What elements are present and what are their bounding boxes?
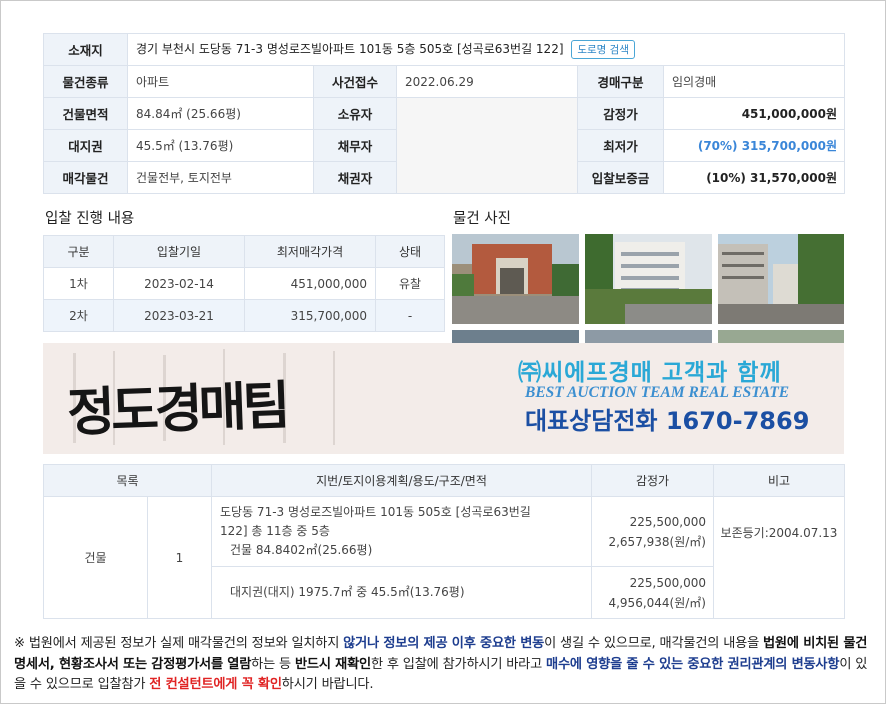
building-appraisal-amount: 225,500,000 [629, 514, 706, 529]
bid-header-round: 구분 [43, 235, 114, 268]
land-address-line1: 도당동 71-3 명성로즈빌아파트 101동 505호 [성곡로63번길 [220, 505, 531, 519]
land-right-amount-cell: 225,500,000 4,956,044(원/㎡) [591, 566, 714, 619]
bid-history-table: 구분 입찰기일 최저매각가격 상태 1차 2023-02-14 451,000,… [43, 235, 445, 332]
deposit-value: (10%) 31,570,000원 [662, 161, 846, 194]
road-name-search-button[interactable]: 도로명 검색 [571, 40, 635, 59]
owner-label: 소유자 [313, 97, 397, 130]
auction-type-value: 임의경매 [662, 65, 846, 98]
land-address-line2: 122] 총 11층 중 5층 [220, 524, 330, 538]
bid-header-price: 최저매각가격 [244, 235, 376, 268]
photo-gallery [452, 234, 844, 344]
case-received-value: 2022.06.29 [396, 65, 578, 98]
land-right-label: 대지권 [43, 129, 128, 162]
banner-phone: 대표상담전화 1670-7869 [525, 407, 810, 435]
sale-item-value: 건물전부, 토지전부 [127, 161, 314, 194]
land-header-list: 목록 [43, 464, 212, 497]
bid-header-date: 입찰기일 [113, 235, 245, 268]
land-unit-price: 4,956,044(원/㎡) [608, 595, 706, 610]
banner-company-slogan: ㈜씨에프경매 고객과 함께 [518, 360, 782, 386]
land-number: 1 [147, 496, 212, 619]
promo-banner[interactable]: 정도경매팀 ㈜씨에프경매 고객과 함께 BEST AUCTION TEAM RE… [43, 343, 844, 454]
bid-round: 1차 [43, 267, 114, 300]
property-photo-4[interactable] [452, 330, 579, 344]
location-cell: 경기 부천시 도당동 71-3 명성로즈빌아파트 101동 5층 505호 [성… [126, 33, 846, 66]
bid-round: 2차 [43, 299, 114, 332]
bid-price: 451,000,000 [244, 267, 376, 300]
property-type-value: 아파트 [127, 65, 314, 98]
land-header-appraisal: 감정가 [591, 464, 714, 497]
min-price-value: (70%) 315,700,000원 [662, 129, 846, 162]
table-row: 2차 2023-03-21 315,700,000 - [43, 299, 445, 332]
min-price-label: 최저가 [577, 129, 664, 162]
case-received-label: 사건접수 [313, 65, 397, 98]
sale-item-label: 매각물건 [43, 161, 128, 194]
property-photo-2[interactable] [585, 234, 712, 324]
building-area-label: 건물면적 [43, 97, 128, 130]
table-row: 건물 1 도당동 71-3 명성로즈빌아파트 101동 505호 [성곡로63번… [43, 496, 845, 619]
notice-text: ※ 법원에서 제공된 정보가 실제 매각물건의 정보와 일치하지 [14, 636, 344, 651]
creditor-label: 채권자 [313, 161, 397, 194]
property-photo-3[interactable] [718, 234, 844, 324]
bid-status: 유찰 [375, 267, 445, 300]
property-photo-title: 물건 사진 [453, 211, 511, 227]
banner-english-tagline: BEST AUCTION TEAM REAL ESTATE [525, 384, 790, 401]
table-row: 1차 2023-02-14 451,000,000 유찰 [43, 267, 445, 300]
notice-text: 하시기 바랍니다. [281, 677, 374, 692]
land-appraisal-amount: 225,500,000 [629, 575, 706, 590]
disclaimer-notice: ※ 법원에서 제공된 정보가 실제 매각물건의 정보와 일치하지 않거나 정보의… [14, 634, 874, 696]
land-address-line3: 건물 84.8402㎡(25.66평) [230, 543, 373, 557]
appraisal-value: 451,000,000원 [662, 97, 846, 130]
notice-warning: 전 컨설턴트에게 꼭 확인 [149, 677, 282, 692]
owner-debtor-creditor-redacted [396, 97, 578, 194]
auction-type-label: 경매구분 [577, 65, 664, 98]
land-building-table: 목록 지번/토지이용계획/용도/구조/면적 감정가 비고 건물 1 도당동 71… [43, 464, 845, 619]
bid-progress-title: 입찰 진행 내용 [45, 211, 135, 227]
location-value: 경기 부천시 도당동 71-3 명성로즈빌아파트 101동 5층 505호 [성… [136, 42, 564, 56]
team-logo: 정도경매팀 [53, 347, 353, 449]
building-unit-price: 2,657,938(원/㎡) [608, 534, 706, 549]
notice-highlight: 않거나 정보의 제공 이후 중요한 변동 [343, 636, 545, 651]
bid-price: 315,700,000 [244, 299, 376, 332]
deposit-label: 입찰보증금 [577, 161, 664, 194]
property-photo-5[interactable] [585, 330, 712, 344]
bid-status: - [375, 299, 445, 332]
land-category: 건물 [43, 496, 148, 619]
debtor-label: 채무자 [313, 129, 397, 162]
property-type-label: 물건종류 [43, 65, 128, 98]
notice-text: 이 생길 수 있으므로, 매각물건의 내용을 [544, 636, 763, 651]
property-photo-6[interactable] [718, 330, 844, 344]
team-logo-text: 정도경매팀 [66, 375, 288, 444]
appraisal-label: 감정가 [577, 97, 664, 130]
land-address-detail: 도당동 71-3 명성로즈빌아파트 101동 505호 [성곡로63번길 122… [211, 496, 592, 567]
notice-highlight: 매수에 영향을 줄 수 있는 중요한 권리관계의 변동사항 [546, 656, 840, 672]
land-amount-cell: 225,500,000 2,657,938(원/㎡) [591, 496, 714, 567]
land-header-note: 비고 [713, 464, 845, 497]
location-label: 소재지 [43, 33, 128, 66]
land-right-detail: 대지권(대지) 1975.7㎡ 중 45.5㎡(13.76평) [211, 566, 592, 619]
building-area-value: 84.84㎡ (25.66평) [127, 97, 314, 130]
land-note: 보존등기:2004.07.13 [713, 496, 845, 619]
bid-date: 2023-03-21 [113, 299, 245, 332]
property-photo-1[interactable] [452, 234, 579, 324]
land-right-value: 45.5㎡ (13.76평) [127, 129, 314, 162]
property-info-table: 소재지 경기 부천시 도당동 71-3 명성로즈빌아파트 101동 5층 505… [43, 33, 846, 194]
notice-highlight: 반드시 재확인 [294, 656, 371, 672]
notice-text: 한 후 입찰에 참가하시기 바라고 [370, 656, 547, 672]
notice-text: 하는 등 [251, 656, 295, 672]
bid-date: 2023-02-14 [113, 267, 245, 300]
land-header-detail: 지번/토지이용계획/용도/구조/면적 [211, 464, 592, 497]
bid-header-status: 상태 [375, 235, 445, 268]
